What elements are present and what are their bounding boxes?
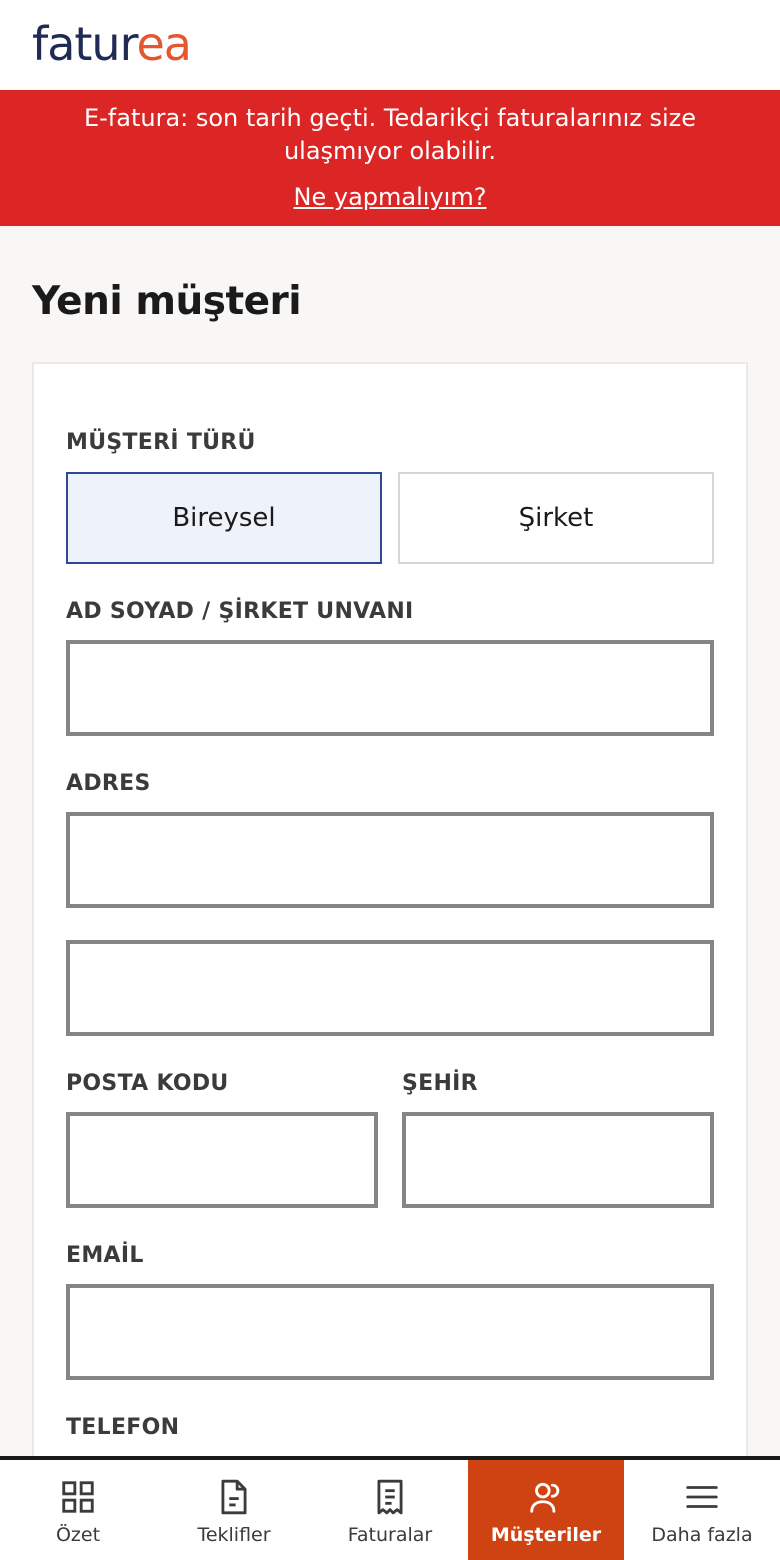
grid-icon bbox=[62, 1481, 94, 1513]
nav-label: Daha fazla bbox=[651, 1524, 753, 1546]
nav-label: Faturalar bbox=[347, 1524, 433, 1546]
nav-item-quotes[interactable]: Teklifler bbox=[156, 1460, 312, 1560]
customer-type-label: MÜŞTERİ TÜRÜ bbox=[66, 430, 256, 455]
address-label: ADRES bbox=[66, 771, 151, 796]
document-icon bbox=[221, 1479, 247, 1515]
app-header: faturea bbox=[0, 0, 780, 90]
city-input[interactable] bbox=[402, 1112, 714, 1208]
receipt-icon bbox=[377, 1479, 403, 1515]
bottom-navigation: Özet Teklifler Faturalar Müşteriler Daha… bbox=[0, 1456, 780, 1560]
customer-type-company-button[interactable]: Şirket bbox=[398, 472, 714, 564]
postal-code-label: POSTA KODU bbox=[66, 1071, 229, 1096]
name-label: AD SOYAD / ŞİRKET UNVANI bbox=[66, 599, 414, 624]
nav-item-summary[interactable]: Özet bbox=[0, 1460, 156, 1560]
nav-label: Özet bbox=[55, 1524, 101, 1546]
email-label: EMAİL bbox=[66, 1243, 144, 1268]
e-fatura-alert-banner: E-fatura: son tarih geçti. Tedarikçi fat… bbox=[0, 90, 780, 226]
postal-code-input[interactable] bbox=[66, 1112, 378, 1208]
nav-label: Müşteriler bbox=[490, 1524, 602, 1546]
what-to-do-link[interactable]: Ne yapmalıyım? bbox=[0, 181, 780, 214]
nav-label: Teklifler bbox=[197, 1524, 271, 1546]
new-customer-form: MÜŞTERİ TÜRÜ Bireysel Şirket AD SOYAD / … bbox=[32, 362, 748, 1482]
email-input[interactable] bbox=[66, 1284, 714, 1380]
address-line2-input[interactable] bbox=[66, 940, 714, 1036]
users-icon bbox=[530, 1482, 560, 1513]
menu-icon bbox=[686, 1486, 718, 1508]
address-line1-input[interactable] bbox=[66, 812, 714, 908]
faturea-logo[interactable]: faturea bbox=[32, 14, 192, 74]
nav-item-more[interactable]: Daha fazla bbox=[624, 1460, 780, 1560]
nav-item-invoices[interactable]: Faturalar bbox=[312, 1460, 468, 1560]
alert-message: E-fatura: son tarih geçti. Tedarikçi fat… bbox=[83, 104, 697, 165]
phone-label: TELEFON bbox=[66, 1415, 180, 1440]
nav-item-customers[interactable]: Müşteriler bbox=[468, 1460, 624, 1560]
customer-type-individual-button[interactable]: Bireysel bbox=[66, 472, 382, 564]
city-label: ŞEHİR bbox=[402, 1071, 478, 1096]
page-title: Yeni müşteri bbox=[32, 279, 302, 324]
name-input[interactable] bbox=[66, 640, 714, 736]
